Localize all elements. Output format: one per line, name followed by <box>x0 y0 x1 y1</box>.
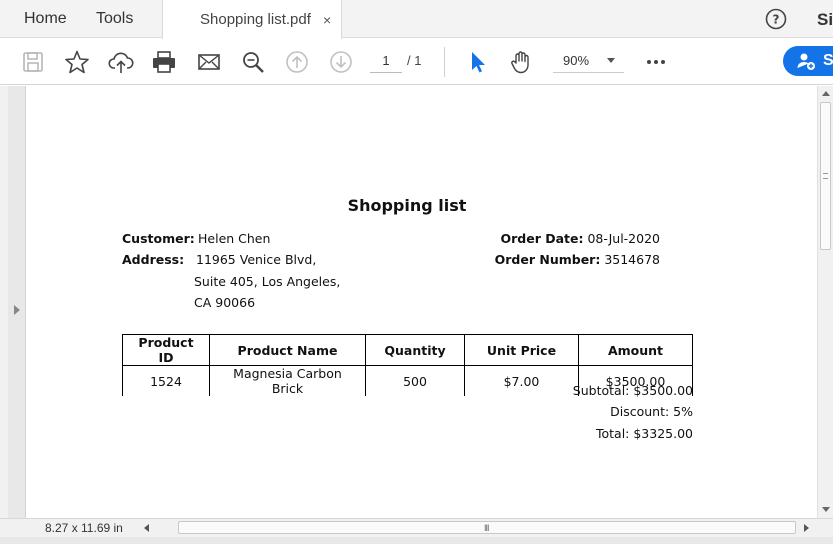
column-header: Quantity <box>365 334 465 366</box>
page-number-input[interactable]: 1 <box>370 49 402 73</box>
share-button-label: S <box>823 52 833 69</box>
toolbar: 1 / 1 90% S <box>0 39 833 85</box>
grip-icon: III <box>484 523 489 533</box>
tab-bar: Home Tools Shopping list.pdf × ? Si <box>0 0 833 39</box>
tab-tools[interactable]: Tools <box>96 0 133 38</box>
table-cell: 1524 <box>122 365 210 396</box>
column-header: Product ID <box>122 334 210 366</box>
table-cell: Magnesia Carbon Brick <box>209 365 366 396</box>
page-size-label: 8.27 x 11.69 in <box>45 521 123 535</box>
more-icon[interactable] <box>645 49 667 75</box>
total: Total: $3325.00 <box>595 426 693 441</box>
scroll-down-icon[interactable] <box>822 507 830 512</box>
column-header: Unit Price <box>464 334 579 366</box>
address-line-1: 11965 Venice Blvd, <box>196 252 317 267</box>
status-bar: 8.27 x 11.69 in III <box>0 518 833 544</box>
scroll-up-icon[interactable] <box>822 91 830 96</box>
tab-document-label: Shopping list.pdf <box>200 11 311 28</box>
document-title: Shopping list <box>347 196 467 215</box>
tab-home[interactable]: Home <box>24 0 67 38</box>
horizontal-scroll-thumb[interactable]: III <box>178 521 796 534</box>
page-total: / 1 <box>407 53 422 68</box>
share-button[interactable]: S <box>783 46 833 76</box>
left-panel-toggle[interactable] <box>8 86 26 518</box>
scroll-left-icon[interactable] <box>144 524 149 532</box>
order-number-value: 3514678 <box>604 252 660 267</box>
table-cell: 500 <box>365 365 465 396</box>
address-line-3: CA 90066 <box>194 295 256 310</box>
save-icon[interactable] <box>20 49 46 75</box>
discount: Discount: 5% <box>610 404 693 419</box>
table-cell: $7.00 <box>464 365 579 396</box>
document-page: Shopping list Customer: Helen Chen Addre… <box>27 86 817 518</box>
column-header: Amount <box>578 334 693 366</box>
print-icon[interactable] <box>151 49 177 75</box>
grip-icon <box>823 173 828 179</box>
window-bottom-edge <box>0 537 833 544</box>
window-edge <box>0 86 8 518</box>
vertical-scroll-thumb[interactable] <box>820 102 831 250</box>
hand-pan-icon[interactable] <box>508 49 534 75</box>
page-up-icon[interactable] <box>284 49 310 75</box>
help-icon[interactable]: ? <box>765 8 787 30</box>
select-cursor-icon[interactable] <box>465 49 491 75</box>
tab-document[interactable]: Shopping list.pdf × <box>162 0 342 39</box>
customer-name: Helen Chen <box>198 231 271 246</box>
order-date-line: Order Date: 08-Jul-2020 <box>500 231 660 246</box>
add-user-icon <box>797 53 815 70</box>
sign-in-link[interactable]: Si <box>817 0 833 39</box>
address-line-2: Suite 405, Los Angeles, <box>194 274 341 289</box>
address-label: Address: <box>122 252 185 267</box>
close-tab-icon[interactable]: × <box>323 0 331 40</box>
zoom-value: 90% <box>563 53 590 68</box>
table-header-row: Product ID Product Name Quantity Unit Pr… <box>122 334 693 366</box>
cloud-upload-icon[interactable] <box>108 49 134 75</box>
expand-panel-icon <box>14 305 20 315</box>
customer-label: Customer: <box>122 231 195 246</box>
svg-text:?: ? <box>773 13 780 27</box>
star-icon[interactable] <box>64 49 90 75</box>
order-date-label: Order Date: <box>500 231 584 246</box>
chevron-down-icon <box>607 58 615 63</box>
column-header: Product Name <box>209 334 366 366</box>
subtotal: Subtotal: $3500.00 <box>572 383 693 398</box>
zoom-dropdown[interactable]: 90% <box>553 49 624 73</box>
vertical-scrollbar[interactable] <box>817 86 833 518</box>
pdf-content: Shopping list Customer: Helen Chen Addre… <box>27 86 817 518</box>
zoom-search-icon[interactable] <box>240 49 266 75</box>
order-number-label: Order Number: <box>494 252 601 267</box>
order-number-line: Order Number: 3514678 <box>495 252 660 267</box>
scroll-right-icon[interactable] <box>804 524 809 532</box>
order-date-value: 08-Jul-2020 <box>587 231 660 246</box>
page-down-icon[interactable] <box>328 49 354 75</box>
toolbar-divider <box>444 47 445 77</box>
mail-icon[interactable] <box>196 49 222 75</box>
